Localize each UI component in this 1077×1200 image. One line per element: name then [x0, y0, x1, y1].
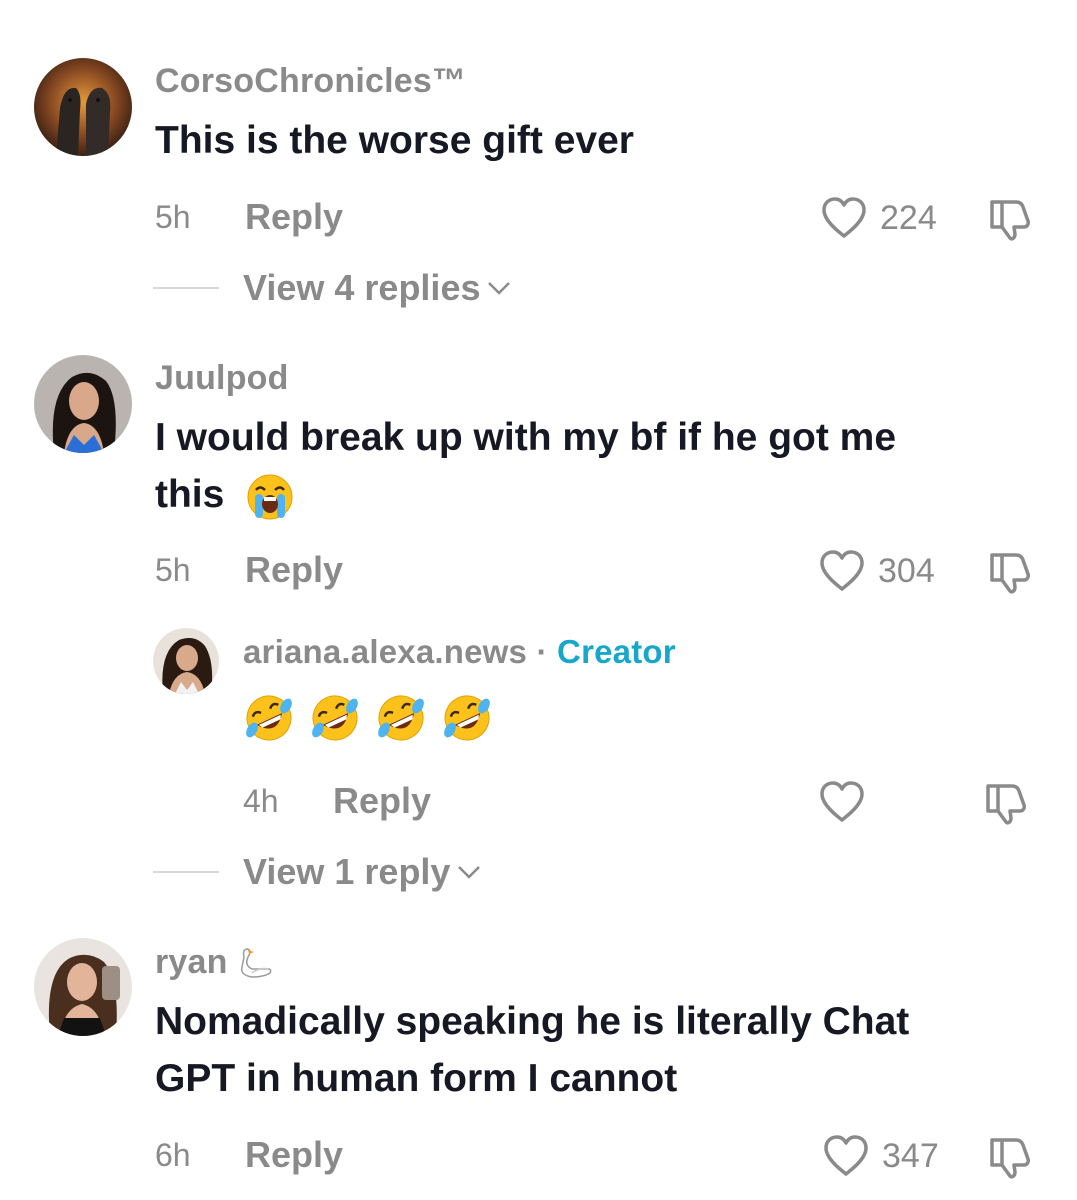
- heart-icon[interactable]: [822, 1134, 870, 1178]
- avatar-ryan[interactable]: [34, 938, 132, 1036]
- heart-icon[interactable]: [818, 549, 866, 593]
- like-count: 304: [878, 552, 935, 590]
- nested-username-row: ariana.alexa.news · Creator: [243, 633, 676, 671]
- rofl-icon: [444, 695, 490, 741]
- heart-icon[interactable]: [818, 780, 866, 824]
- reply-button[interactable]: Reply: [245, 549, 343, 591]
- view-replies-label: View 4 replies: [243, 267, 481, 308]
- timestamp: 6h: [155, 1137, 191, 1173]
- crying-face-icon: [247, 474, 293, 520]
- timestamp: 4h: [243, 783, 279, 819]
- rofl-icon: [378, 695, 424, 741]
- username[interactable]: ryan: [155, 943, 228, 982]
- replies-divider: [153, 287, 219, 289]
- comment-text-line-1: Nomadically speaking he is literally Cha…: [155, 1000, 910, 1043]
- dislike-icon[interactable]: [986, 1134, 1036, 1180]
- comment-text-line-2: this: [155, 467, 295, 523]
- view-replies-label: View 1 reply: [243, 851, 451, 892]
- username[interactable]: CorsoChronicles™: [155, 62, 466, 101]
- timestamp: 5h: [155, 552, 191, 588]
- chevron-down-icon: [488, 282, 511, 295]
- avatar-corsochronicles[interactable]: [34, 58, 132, 156]
- rofl-icon: [312, 695, 358, 741]
- comment-text: This is the worse gift ever: [155, 119, 634, 162]
- creator-badge: Creator: [557, 633, 676, 670]
- comment-text-word: this: [155, 473, 225, 516]
- dislike-icon[interactable]: [982, 780, 1032, 826]
- swan-icon: [240, 947, 272, 978]
- dislike-icon[interactable]: [986, 549, 1036, 595]
- chevron-down-icon: [458, 866, 481, 879]
- comment-text-line-2: GPT in human form I cannot: [155, 1057, 678, 1100]
- like-count: 347: [882, 1137, 939, 1175]
- reply-button[interactable]: Reply: [333, 780, 431, 822]
- comment-text-line-1: I would break up with my bf if he got me: [155, 416, 897, 459]
- replies-divider: [153, 871, 219, 873]
- dislike-icon[interactable]: [986, 196, 1036, 242]
- avatar-juulpod[interactable]: [34, 355, 132, 453]
- view-replies-button[interactable]: View 1 reply: [243, 851, 482, 893]
- view-replies-button[interactable]: View 4 replies: [243, 267, 512, 309]
- emoji-row: [243, 692, 493, 744]
- username-row: ryan: [155, 943, 274, 982]
- separator-dot: ·: [536, 633, 548, 670]
- timestamp: 5h: [155, 199, 191, 235]
- heart-icon[interactable]: [820, 196, 868, 240]
- like-count: 224: [880, 199, 937, 237]
- username[interactable]: ariana.alexa.news: [243, 633, 527, 670]
- avatar-ariana[interactable]: [153, 628, 219, 694]
- username[interactable]: Juulpod: [155, 359, 289, 398]
- rofl-icon: [246, 695, 292, 741]
- reply-button[interactable]: Reply: [245, 196, 343, 238]
- reply-button[interactable]: Reply: [245, 1134, 343, 1176]
